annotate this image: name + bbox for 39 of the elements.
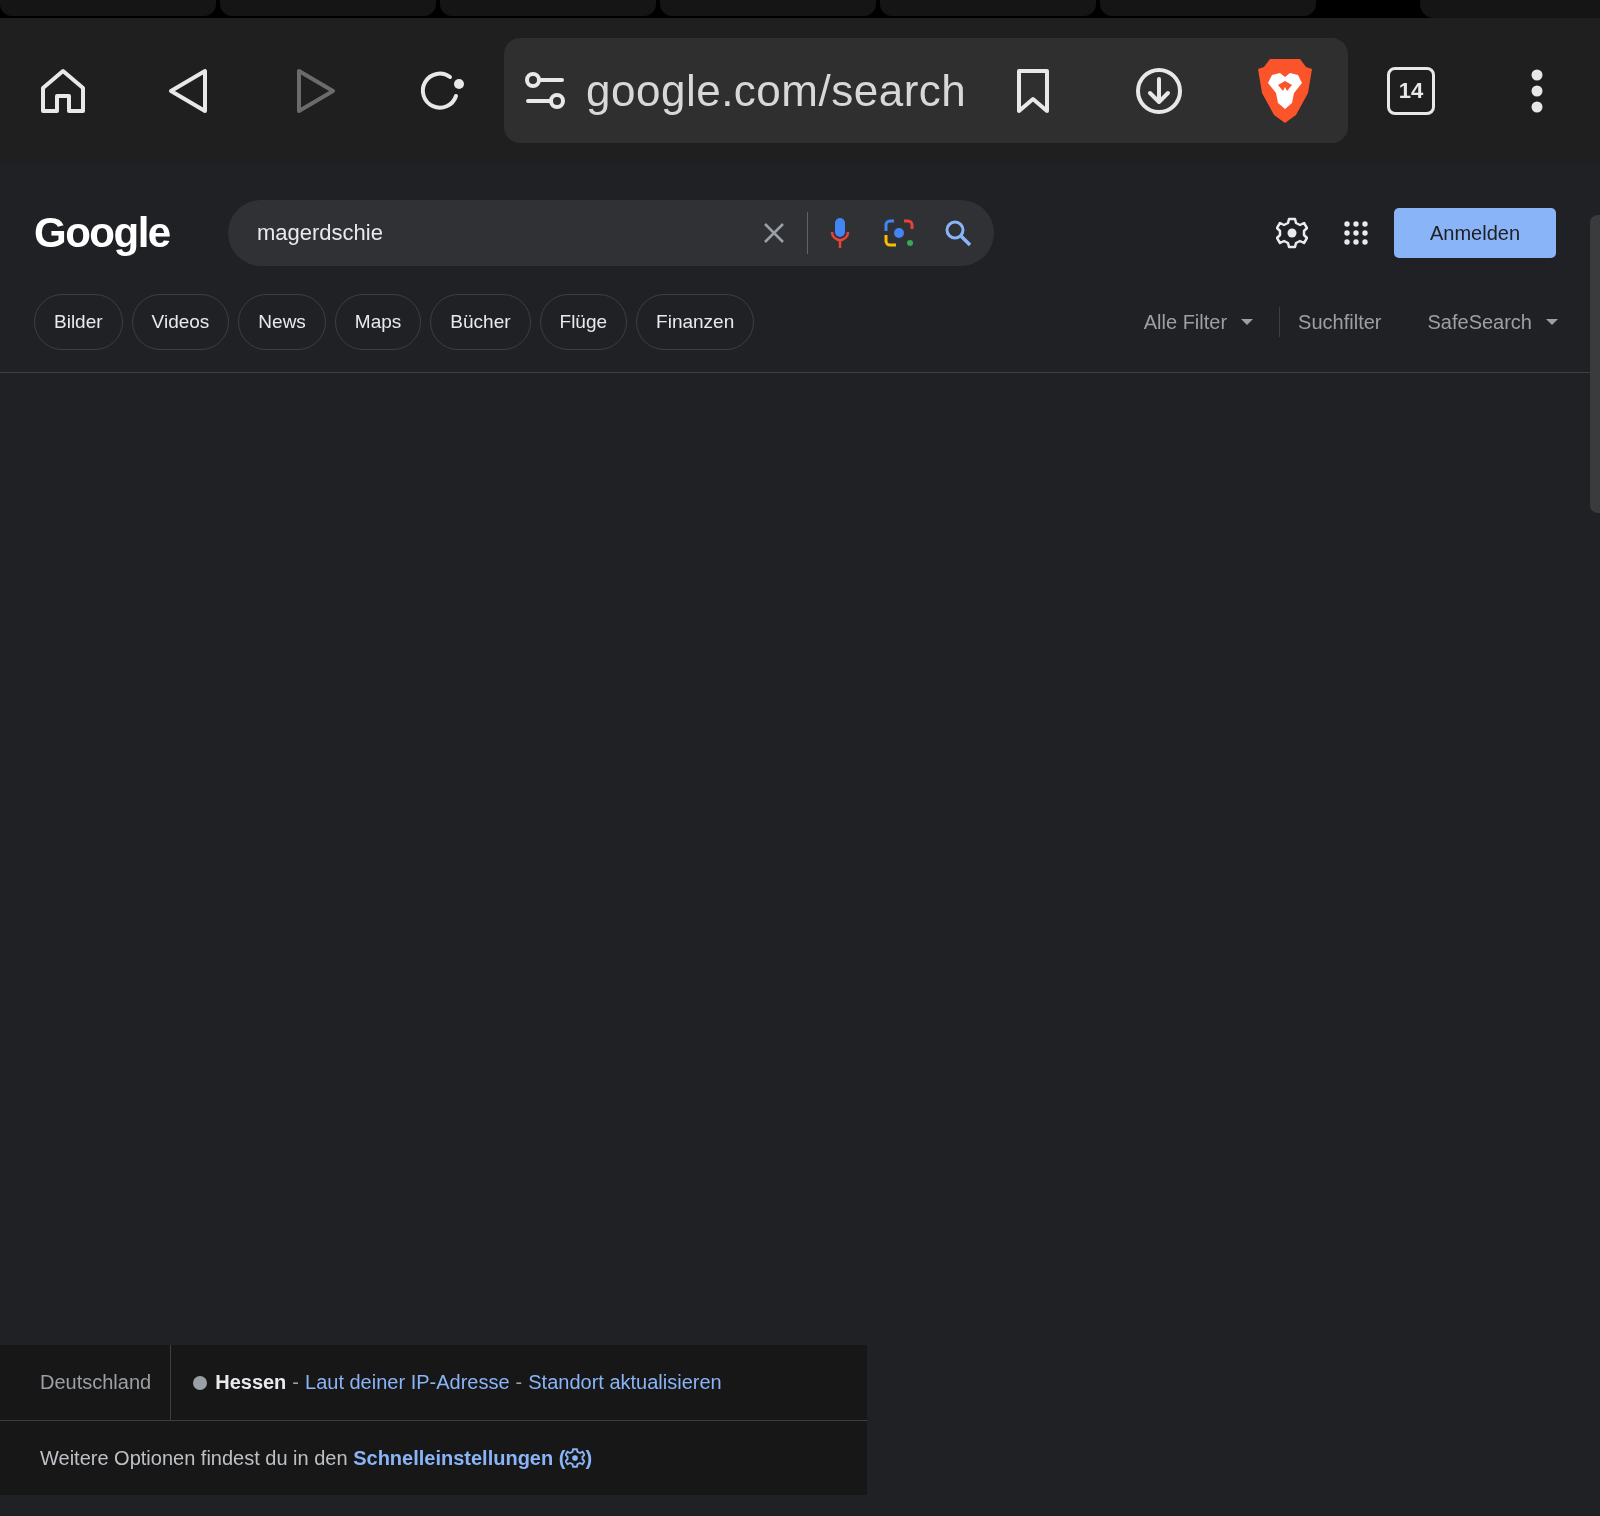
separator-text: - (515, 1371, 523, 1394)
text-button[interactable]: Suchfilter (1298, 310, 1394, 334)
apps-grid-icon (1344, 221, 1368, 245)
lion-shield-button[interactable] (1256, 56, 1314, 125)
scrollbar[interactable] (1590, 215, 1600, 513)
menu-button[interactable] (1530, 68, 1544, 113)
microphone-icon (830, 217, 850, 249)
sign-in-button[interactable]: Anmelden (1394, 208, 1556, 258)
url-text: google.com/search (586, 65, 968, 116)
search-icon (944, 219, 972, 247)
apps-button[interactable] (1344, 221, 1368, 245)
settings-hint-text: Weitere Optionen findest du in den Schnelleinstellungen ( ) (40, 1446, 593, 1470)
separator-text: - (292, 1371, 299, 1394)
address-bar[interactable]: google.com/search (504, 38, 1348, 143)
download-icon (1134, 65, 1184, 116)
bookmark-button[interactable] (1014, 66, 1052, 115)
tune-icon (524, 69, 566, 112)
close-icon (763, 222, 785, 244)
search-field[interactable]: magerdschie (228, 200, 994, 266)
location-link[interactable]: Standort aktualisieren (528, 1371, 722, 1394)
location-link[interactable]: Laut deiner IP-Adresse (305, 1371, 510, 1394)
country-text: Deutschland (40, 1371, 152, 1394)
caret-icon (1241, 319, 1254, 325)
dot-icon (193, 1375, 208, 1390)
quick-settings-link[interactable]: Schnelleinstellungen ( ) (353, 1446, 593, 1470)
lion-shield-icon (1256, 56, 1314, 125)
dropdown-button[interactable]: SafeSearch (1427, 310, 1570, 334)
camera-lens-icon (884, 219, 914, 247)
download-button[interactable] (1134, 65, 1184, 116)
bookmark-icon (1014, 66, 1052, 115)
dropdown-button[interactable]: Alle Filter (1143, 310, 1266, 334)
caret-icon (1546, 319, 1558, 325)
settings-icon (1276, 217, 1308, 249)
region-text: Hessen (215, 1371, 287, 1394)
tab-counter[interactable]: 14 (1387, 66, 1435, 115)
more-vertical-icon (1530, 68, 1544, 113)
google-logo[interactable]: Google (34, 209, 228, 257)
settings-button[interactable] (1276, 217, 1308, 249)
settings-icon (565, 1448, 586, 1468)
